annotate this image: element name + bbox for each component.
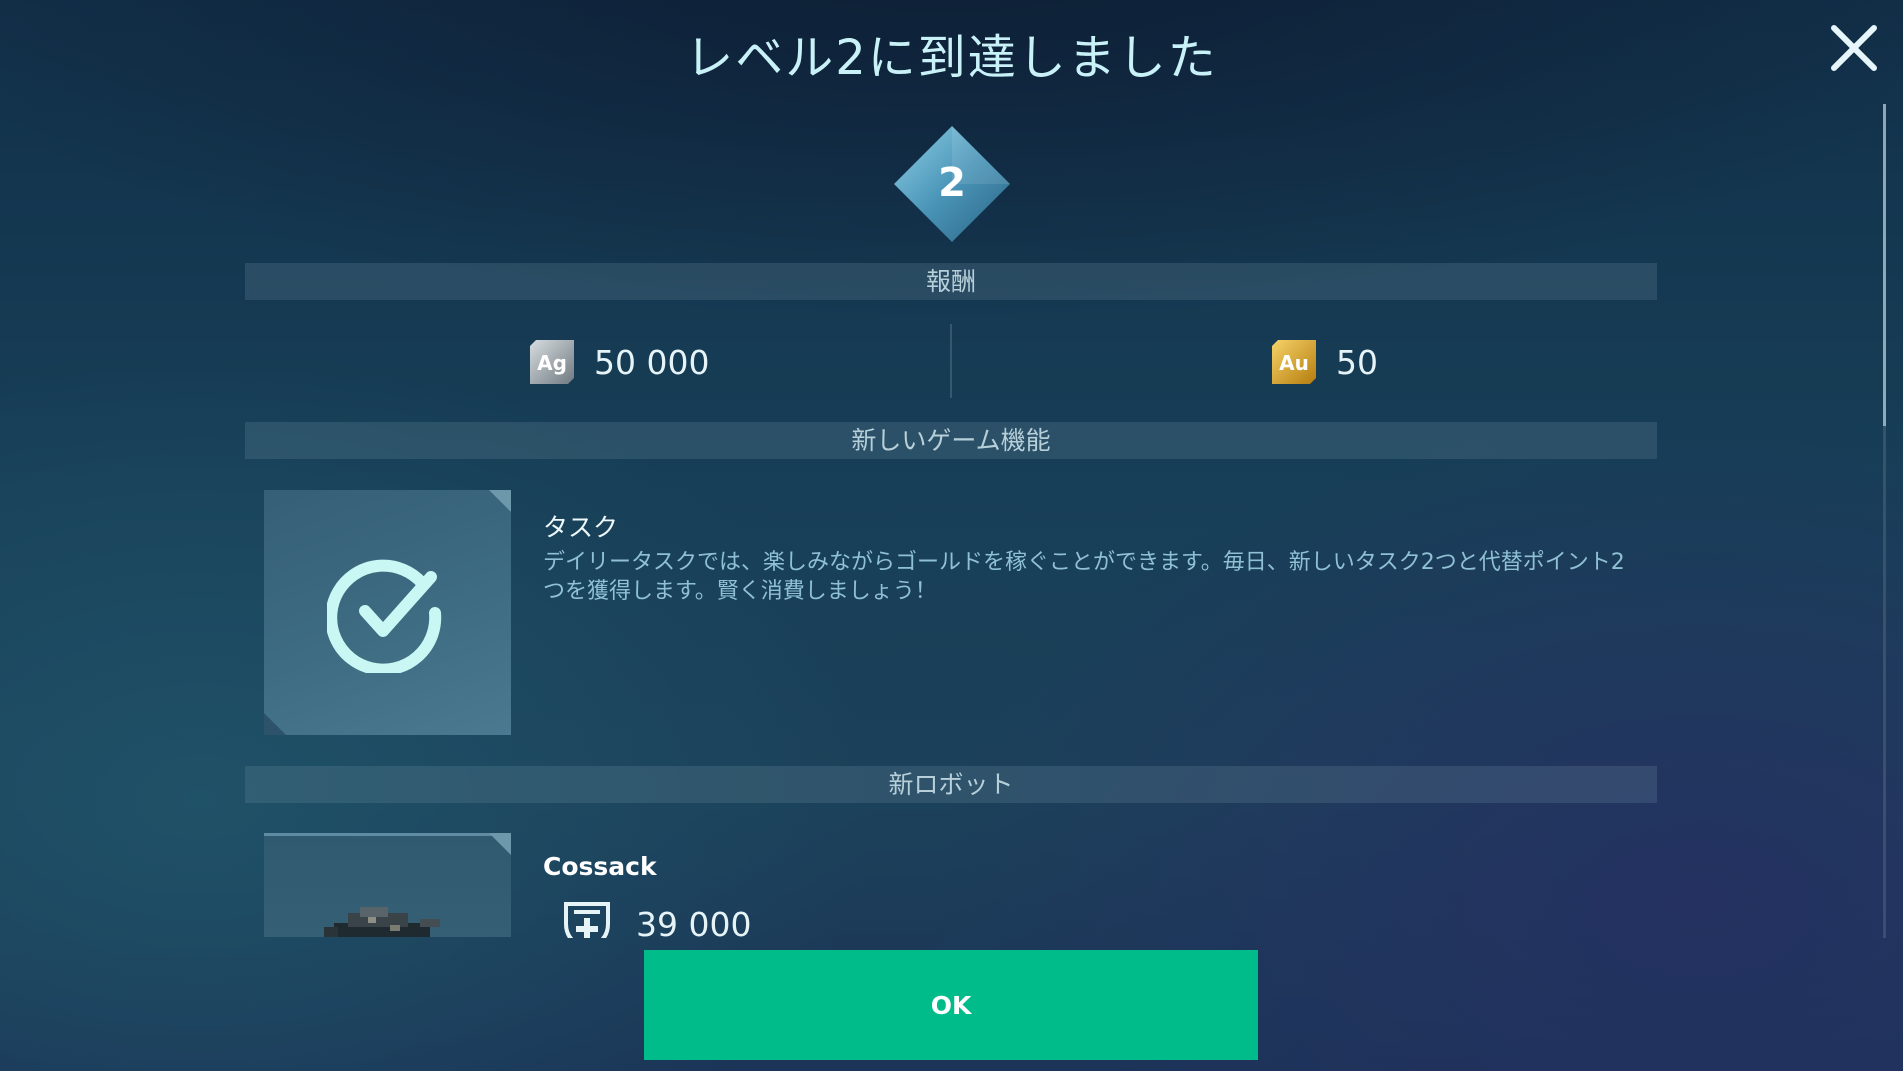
reward-divider bbox=[950, 324, 952, 398]
new-features-header: 新しいゲーム機能 bbox=[245, 422, 1657, 459]
ok-button[interactable]: OK bbox=[644, 950, 1258, 1060]
scrollbar[interactable] bbox=[1883, 104, 1886, 938]
card-corner bbox=[489, 490, 511, 512]
close-icon[interactable] bbox=[1828, 22, 1880, 74]
checkmark-circle-icon bbox=[327, 559, 442, 673]
rewards-header: 報酬 bbox=[245, 263, 1657, 300]
card-corner bbox=[489, 833, 511, 855]
new-robot-header: 新ロボット bbox=[245, 766, 1657, 803]
gold-icon-label: Au bbox=[1279, 351, 1309, 375]
robot-card[interactable] bbox=[264, 833, 511, 937]
card-top-edge bbox=[264, 833, 511, 836]
reward-gold: Au 50 bbox=[1272, 338, 1378, 386]
robot-name: Cossack bbox=[543, 852, 657, 881]
dialog-title: レベル2に到達しました bbox=[685, 30, 1218, 86]
robot-image bbox=[324, 907, 440, 937]
silver-currency-icon: Ag bbox=[530, 340, 574, 384]
robot-health-value: 39 000 bbox=[636, 905, 752, 938]
level-number: 2 bbox=[938, 160, 966, 206]
robot-stats: 39 000 bbox=[562, 900, 751, 938]
gold-currency-icon: Au bbox=[1272, 340, 1316, 384]
health-shield-icon bbox=[564, 902, 610, 938]
scrollbar-thumb[interactable] bbox=[1883, 104, 1886, 426]
gold-reward-value: 50 bbox=[1336, 342, 1378, 382]
silver-reward-value: 50 000 bbox=[594, 342, 710, 382]
silver-icon-label: Ag bbox=[537, 351, 567, 375]
feature-name: タスク bbox=[543, 513, 619, 542]
feature-description: デイリータスクでは、楽しみながらゴールドを稼ぐことができます。毎日、新しいタスク… bbox=[543, 550, 1625, 604]
reward-silver: Ag 50 000 bbox=[530, 338, 709, 386]
feature-card bbox=[264, 490, 511, 735]
card-corner bbox=[264, 713, 286, 735]
